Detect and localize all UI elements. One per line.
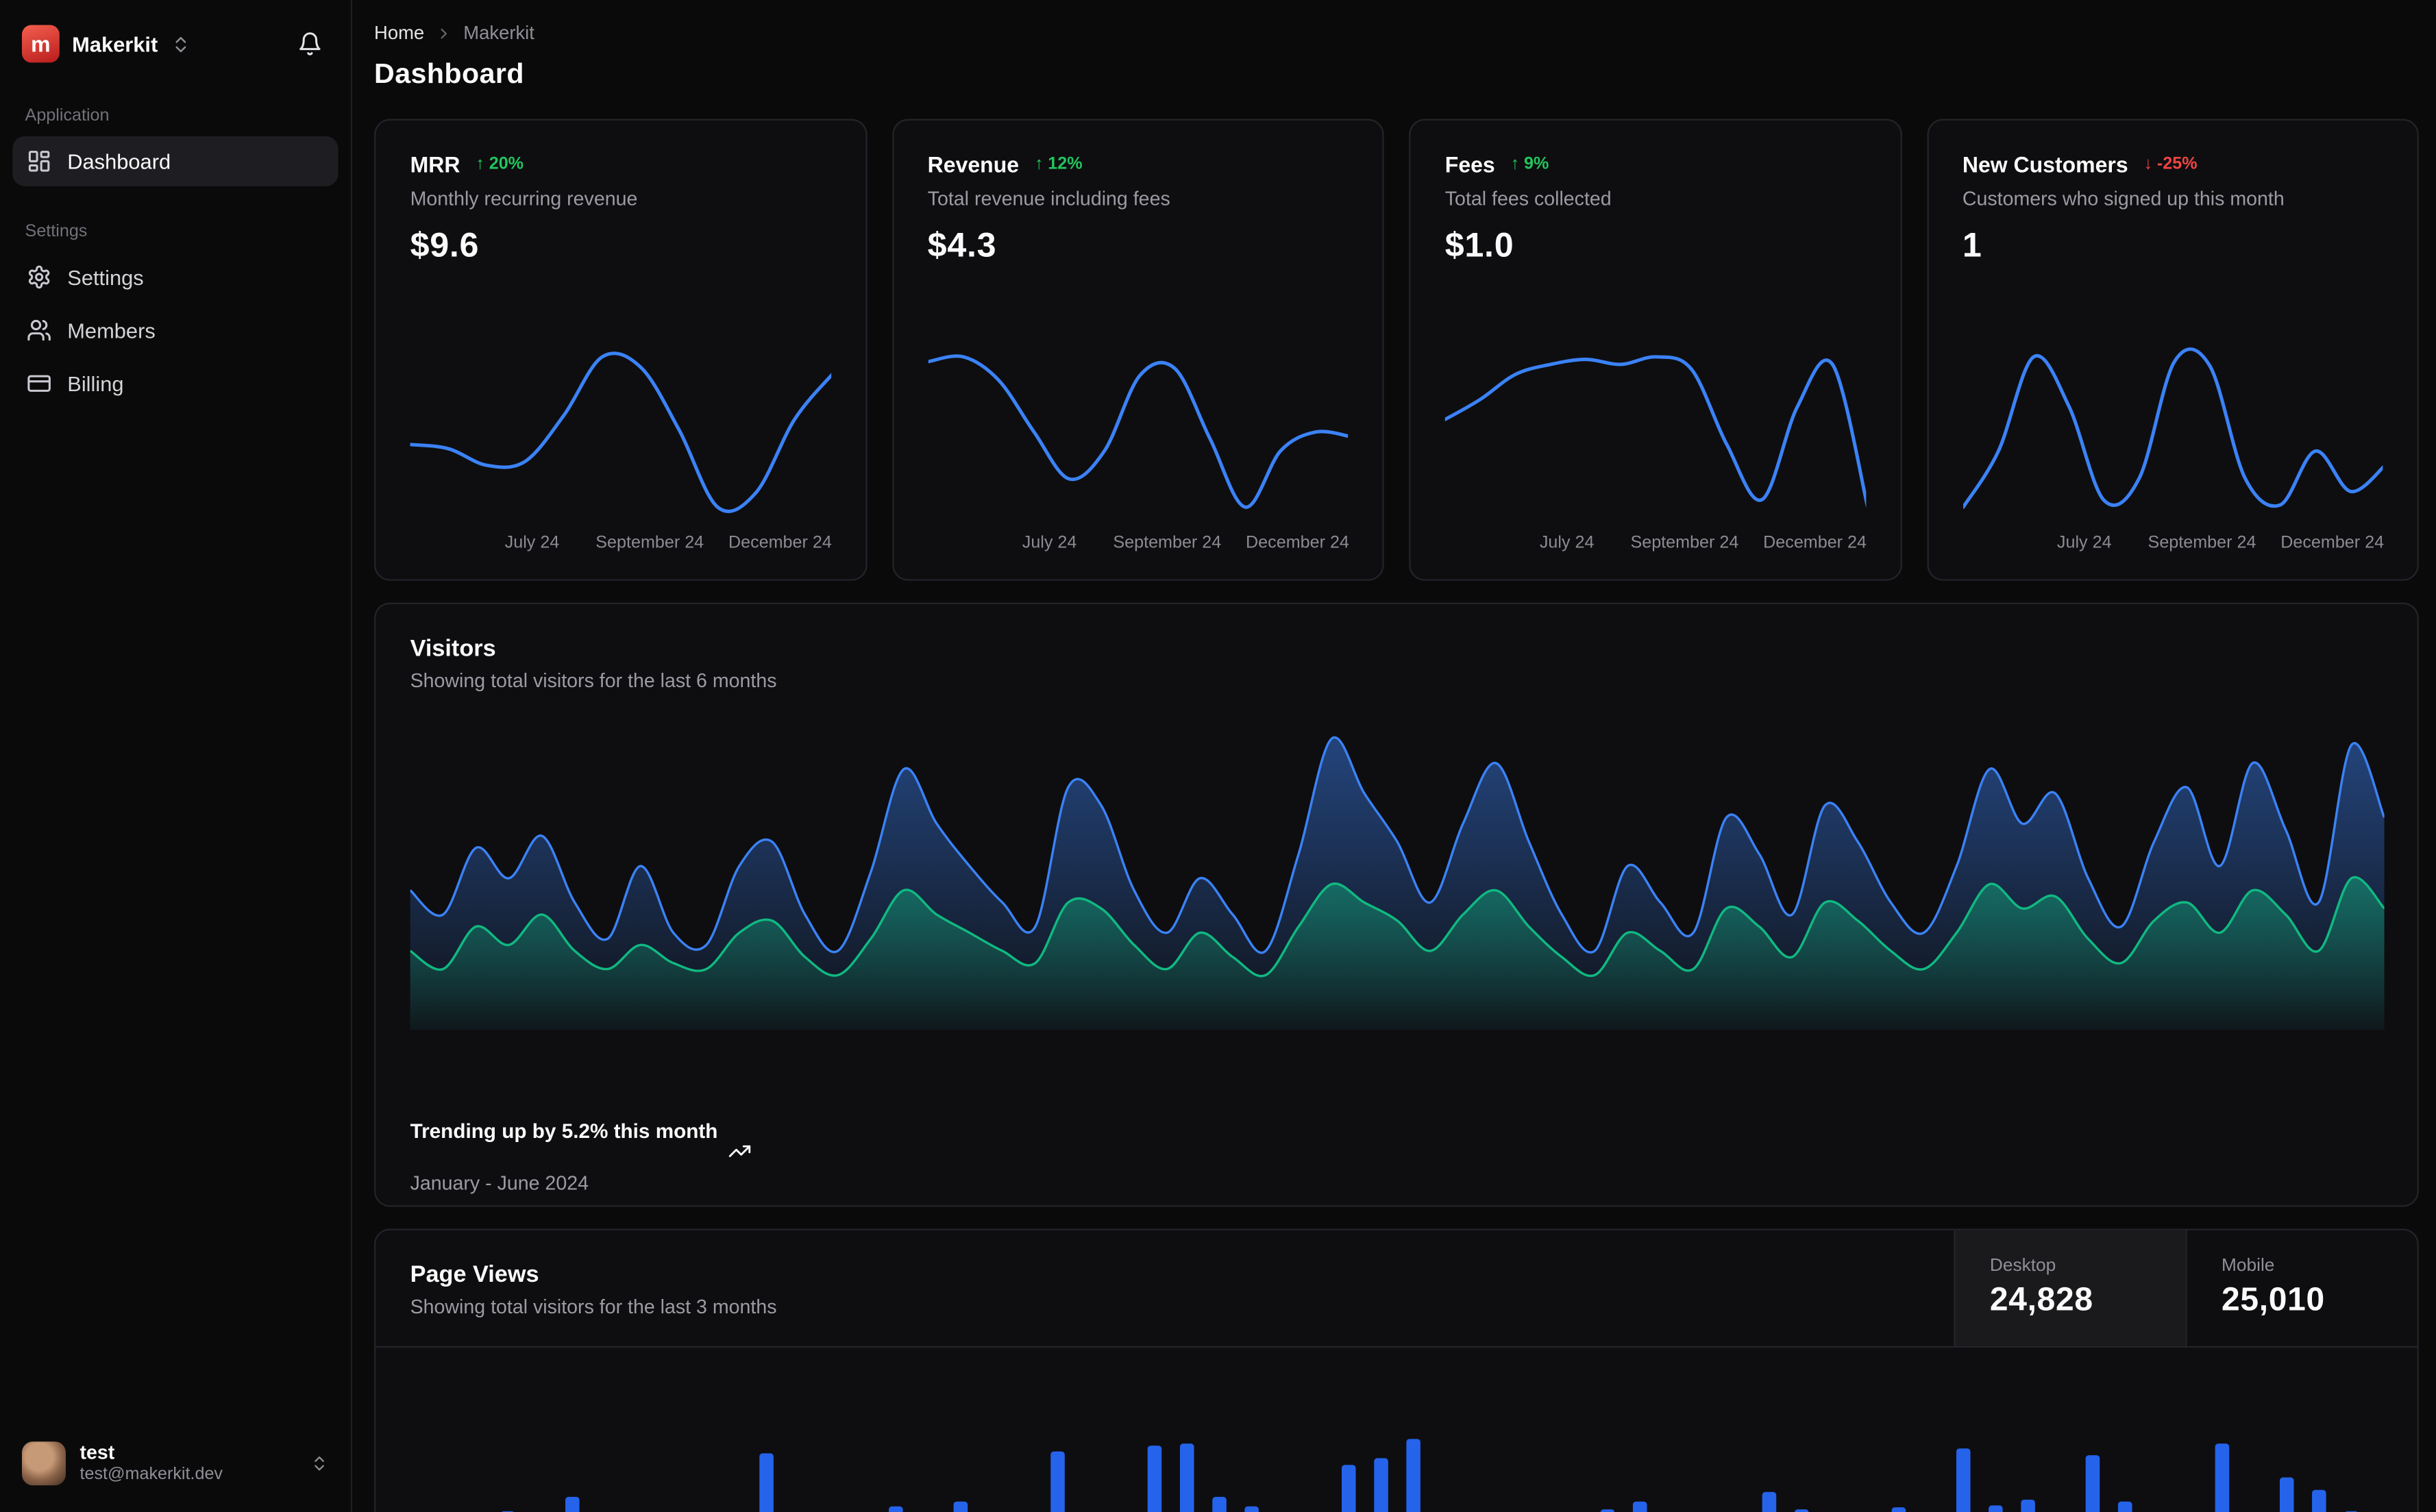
breadcrumb-current: Makerkit xyxy=(463,21,534,44)
stat-delta-badge: ↓ -25% xyxy=(2143,155,2198,174)
x-axis-label: July 24 xyxy=(2056,534,2112,553)
breadcrumb-home-link[interactable]: Home xyxy=(374,22,424,44)
toggle-value: 25,010 xyxy=(2221,1282,2325,1318)
bell-icon xyxy=(297,32,323,57)
section-label-settings: Settings xyxy=(25,222,88,241)
sidebar-item-settings[interactable]: Settings xyxy=(12,252,338,302)
chevrons-up-down-icon xyxy=(171,34,191,54)
x-axis-label: December 24 xyxy=(1763,534,1867,553)
user-name: test xyxy=(79,1441,115,1463)
app-window: m Makerkit Application Dashboard Setting… xyxy=(0,0,2436,1512)
toggle-value: 24,828 xyxy=(1989,1282,2093,1318)
x-axis-label: September 24 xyxy=(2148,534,2256,553)
visitors-area-chart xyxy=(410,736,2385,1030)
chevron-right-icon xyxy=(435,24,452,41)
stat-value: $1.0 xyxy=(1444,225,1514,265)
stat-title: New Customers xyxy=(1962,151,2128,177)
trending-up-icon xyxy=(728,1099,752,1163)
chevrons-up-down-icon xyxy=(310,1454,328,1473)
credit-card-icon xyxy=(27,371,52,396)
x-axis-label: December 24 xyxy=(1246,534,1349,553)
user-email: test@makerkit.dev xyxy=(79,1465,223,1485)
x-axis-label: July 24 xyxy=(1539,534,1595,553)
x-axis-label: September 24 xyxy=(1113,534,1222,553)
trend-arrow-icon: ↑ xyxy=(476,155,484,174)
workspace-switcher[interactable]: m Makerkit xyxy=(12,16,338,72)
x-axis-label: December 24 xyxy=(2280,534,2385,553)
page-views-subtitle: Showing total visitors for the last 3 mo… xyxy=(410,1296,777,1318)
x-axis-label: July 24 xyxy=(504,534,560,553)
fees-sparkline-chart: July 24 September 24 December 24 xyxy=(1444,345,1867,558)
avatar xyxy=(21,1441,66,1486)
main-content: Home Makerkit Dashboard MRR ↑ 20% Monthly… xyxy=(352,0,2436,1512)
stat-card-fees: Fees ↑ 9% Total fees collected $1.0 July … xyxy=(1409,119,1902,581)
x-axis-label: September 24 xyxy=(1630,534,1739,553)
page-views-title: Page Views xyxy=(410,1261,539,1289)
stat-title: MRR xyxy=(410,151,460,177)
page-views-bar-chart xyxy=(376,1348,2417,1512)
page-title: Dashboard xyxy=(374,58,524,90)
stat-subtitle: Customers who signed up this month xyxy=(1962,188,2285,210)
trend-arrow-icon: ↓ xyxy=(2143,155,2153,174)
toggle-label: Desktop xyxy=(1989,1256,2056,1276)
stat-value: 1 xyxy=(1962,225,1982,265)
mrr-sparkline-chart: July 24 September 24 December 24 xyxy=(410,345,832,558)
stat-title: Fees xyxy=(1444,151,1495,177)
revenue-sparkline-chart: July 24 September 24 December 24 xyxy=(927,345,1349,558)
trend-arrow-icon: ↑ xyxy=(1510,155,1520,174)
sidebar-item-label: Members xyxy=(67,318,156,343)
page-views-toggle-desktop[interactable]: Desktop 24,828 xyxy=(1954,1230,2186,1346)
x-axis-label: December 24 xyxy=(728,534,832,553)
sidebar-item-label: Dashboard xyxy=(67,149,171,173)
new-customers-sparkline-chart: July 24 September 24 December 24 xyxy=(1962,345,2385,558)
stat-value: $4.3 xyxy=(927,225,997,265)
stat-card-mrr: MRR ↑ 20% Monthly recurring revenue $9.6 … xyxy=(374,119,867,581)
gear-icon xyxy=(27,264,52,290)
stat-delta-badge: ↑ 20% xyxy=(476,155,524,174)
sidebar-item-dashboard[interactable]: Dashboard xyxy=(12,136,339,186)
section-label-application: Application xyxy=(25,106,110,125)
visitors-card: Visitors Showing total visitors for the … xyxy=(374,602,2419,1207)
stat-subtitle: Total revenue including fees xyxy=(927,188,1170,210)
breadcrumb: Home Makerkit xyxy=(374,22,2419,44)
stat-delta-badge: ↑ 9% xyxy=(1510,155,1549,174)
stat-delta-badge: ↑ 12% xyxy=(1034,155,1083,174)
stat-cards-row: MRR ↑ 20% Monthly recurring revenue $9.6 … xyxy=(374,119,2419,581)
visitors-subtitle: Showing total visitors for the last 6 mo… xyxy=(410,669,777,692)
users-icon xyxy=(27,318,52,343)
visitors-date-range: January - June 2024 xyxy=(410,1172,589,1195)
stat-subtitle: Monthly recurring revenue xyxy=(410,188,638,210)
layout-dashboard-icon xyxy=(27,149,52,174)
stat-value: $9.6 xyxy=(410,225,480,265)
sidebar-item-label: Settings xyxy=(67,265,144,289)
workspace-logo-letter: m xyxy=(31,31,51,57)
sidebar-item-billing[interactable]: Billing xyxy=(12,358,338,408)
x-axis-label: September 24 xyxy=(595,534,704,553)
sidebar-item-members[interactable]: Members xyxy=(12,306,338,356)
toggle-label: Mobile xyxy=(2221,1256,2275,1276)
page-views-card: Page Views Showing total visitors for th… xyxy=(374,1228,2419,1512)
page-views-toggle-mobile[interactable]: Mobile 25,010 xyxy=(2185,1230,2417,1346)
sidebar: m Makerkit Application Dashboard Setting… xyxy=(0,0,353,1512)
visitors-title: Visitors xyxy=(410,635,496,662)
notifications-button[interactable] xyxy=(291,25,329,63)
x-axis-label: July 24 xyxy=(1022,534,1077,553)
user-menu[interactable]: test test@makerkit.dev xyxy=(12,1432,338,1497)
stat-subtitle: Total fees collected xyxy=(1444,188,1612,210)
trend-arrow-icon: ↑ xyxy=(1034,155,1044,174)
sidebar-item-label: Billing xyxy=(67,371,124,395)
stat-card-revenue: Revenue ↑ 12% Total revenue including fee… xyxy=(891,119,1384,581)
workspace-name: Makerkit xyxy=(72,32,158,56)
stat-title: Revenue xyxy=(927,151,1020,177)
visitors-trend-text: Trending up by 5.2% this month xyxy=(410,1119,718,1143)
stat-card-new-customers: New Customers ↓ -25% Customers who signed… xyxy=(1926,119,2419,581)
workspace-logo: m xyxy=(21,25,60,63)
